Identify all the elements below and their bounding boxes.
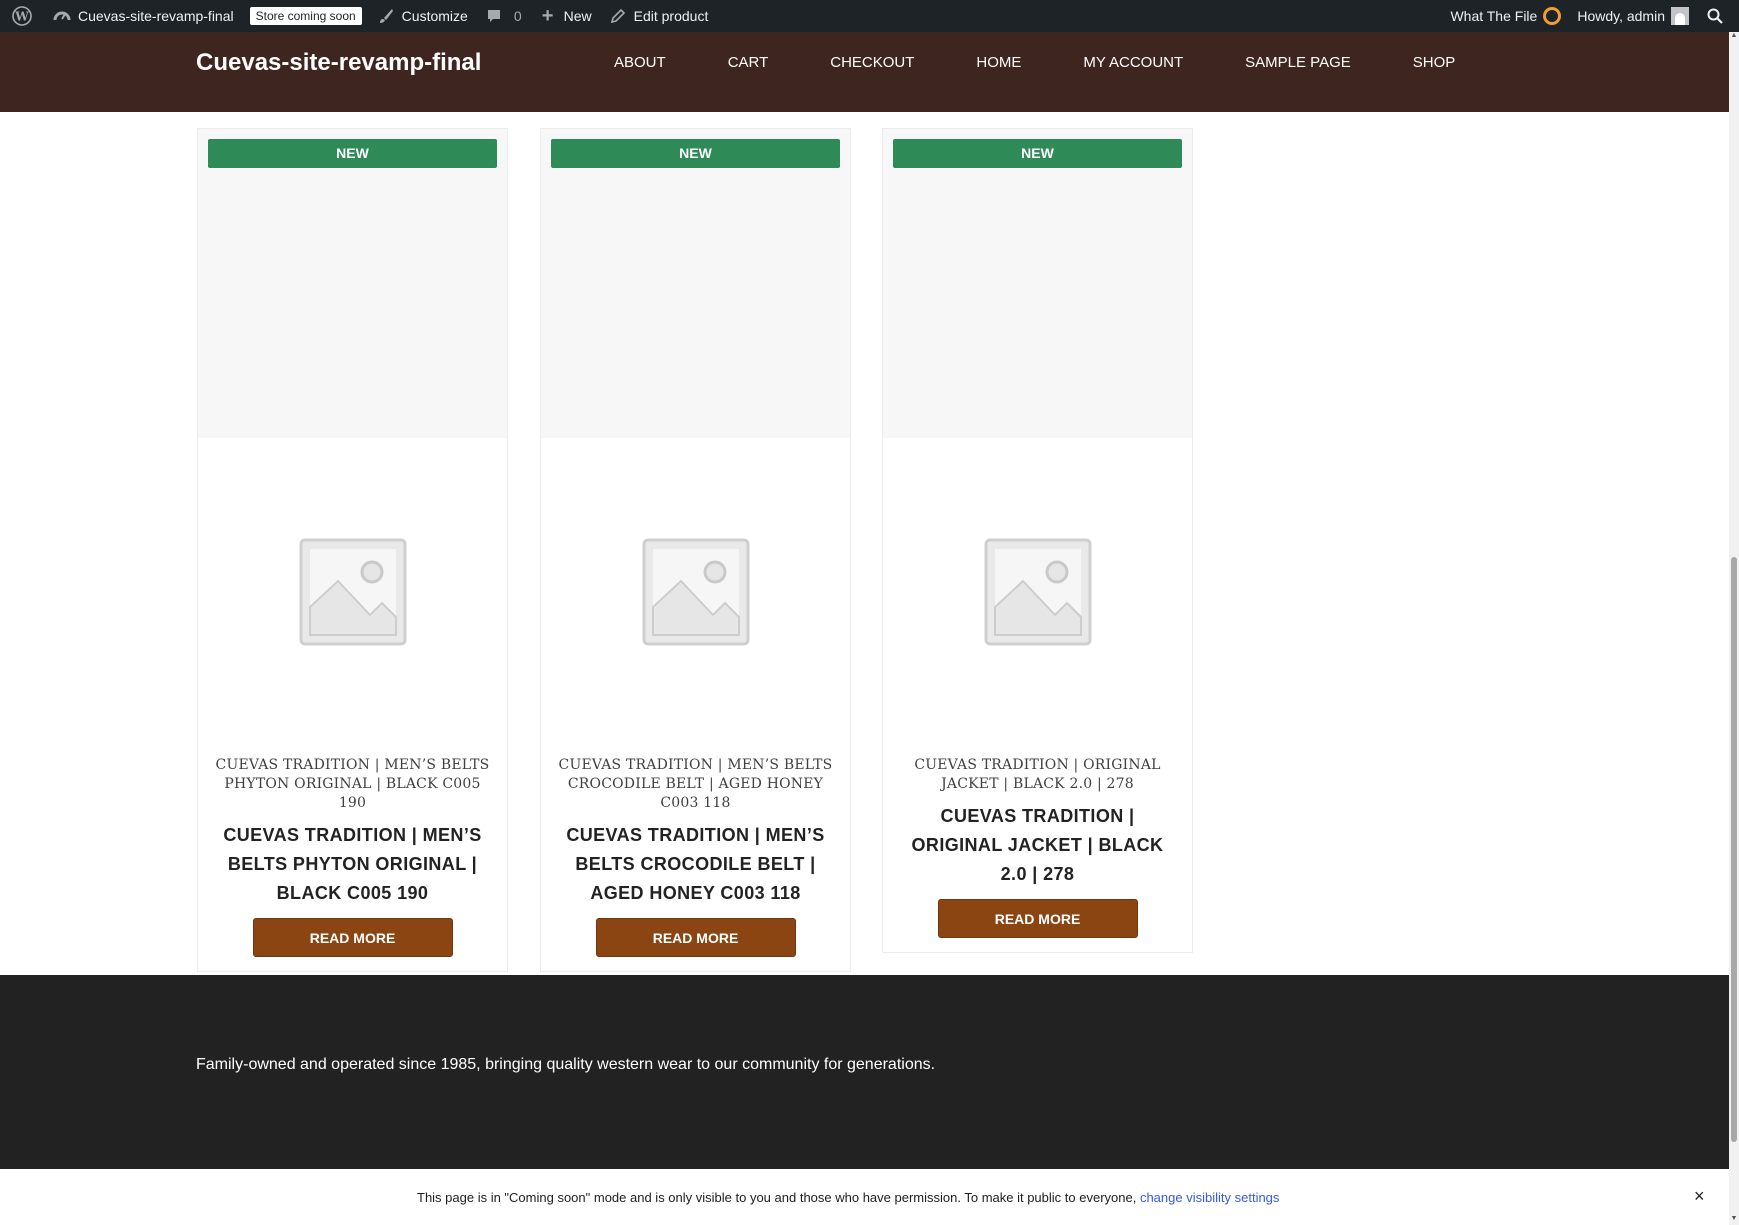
product-image-top — [883, 129, 1192, 438]
site-header: Cuevas-site-revamp-final ABOUT CART CHEC… — [0, 32, 1729, 112]
site-name-label: Cuevas-site-revamp-final — [78, 8, 234, 24]
store-badge-label: Store coming soon — [249, 7, 362, 25]
search-button[interactable] — [1697, 0, 1739, 32]
product-category: CUEVAS TRADITION | MEN’S BELTS PHYTON OR… — [215, 757, 490, 811]
comments-button[interactable]: 0 — [476, 0, 530, 32]
product-title[interactable]: CUEVAS TRADITION | MEN’S BELTS CROCODILE… — [541, 821, 850, 908]
nav-item-home[interactable]: HOME — [976, 54, 1021, 71]
what-the-file-label: What The File — [1450, 8, 1538, 24]
customize-button[interactable]: Customize — [368, 0, 476, 32]
scroll-down-arrow-icon[interactable]: ▼ — [1729, 1215, 1739, 1225]
store-coming-soon-badge[interactable]: Store coming soon — [242, 0, 368, 32]
product-card: NEW CUEVAS TRADITION | MEN’S BELTS PHYTO… — [197, 128, 508, 972]
site-footer: Family-owned and operated since 1985, br… — [0, 975, 1729, 1169]
product-card: NEW CUEVAS TRADITION | MEN’S BELTS CROCO… — [540, 128, 851, 972]
coming-soon-notice: This page is in "Coming soon" mode and i… — [0, 1169, 1729, 1225]
admin-bar-right: What The File Howdy, admin — [1442, 0, 1739, 32]
image-placeholder-icon — [642, 538, 749, 646]
product-category: CUEVAS TRADITION | ORIGINAL JACKET | BLA… — [914, 757, 1161, 792]
footer-tagline: Family-owned and operated since 1985, br… — [196, 1056, 936, 1073]
paintbrush-icon — [376, 6, 396, 26]
site-name-menu[interactable]: Cuevas-site-revamp-final — [44, 0, 242, 32]
scrollbar-thumb[interactable] — [1731, 557, 1737, 1142]
coming-soon-message-wrap: This page is in "Coming soon" mode and i… — [417, 1190, 1279, 1205]
search-icon — [1707, 8, 1723, 24]
main-navigation: ABOUT CART CHECKOUT HOME MY ACCOUNT SAMP… — [614, 54, 1455, 71]
comments-count: 0 — [513, 8, 522, 24]
new-badge: NEW — [551, 139, 840, 168]
what-the-file-menu[interactable]: What The File — [1442, 0, 1569, 32]
nav-item-about[interactable]: ABOUT — [614, 54, 666, 71]
edit-product-label: Edit product — [633, 8, 709, 24]
product-image-top — [198, 129, 507, 438]
new-badge: NEW — [893, 139, 1182, 168]
nav-item-my-account[interactable]: MY ACCOUNT — [1083, 54, 1183, 71]
new-content-menu[interactable]: + New — [530, 0, 600, 32]
product-image-link[interactable] — [541, 438, 850, 746]
pencil-icon — [608, 6, 628, 26]
site-title[interactable]: Cuevas-site-revamp-final — [196, 49, 481, 77]
svg-text:W: W — [14, 10, 29, 24]
scroll-up-arrow-icon[interactable]: ▲ — [1729, 32, 1739, 42]
product-image-link[interactable] — [883, 438, 1192, 746]
product-image-link[interactable] — [198, 438, 507, 746]
read-more-button[interactable]: READ MORE — [937, 899, 1138, 938]
read-more-button[interactable]: READ MORE — [252, 918, 453, 957]
product-image-top — [541, 129, 850, 438]
comment-bubble-icon — [484, 6, 504, 26]
product-title[interactable]: CUEVAS TRADITION | ORIGINAL JACKET | BLA… — [883, 802, 1192, 889]
read-more-button[interactable]: READ MORE — [595, 918, 796, 957]
nav-item-cart[interactable]: CART — [728, 54, 769, 71]
customize-label: Customize — [401, 8, 468, 24]
nav-item-checkout[interactable]: CHECKOUT — [830, 54, 914, 71]
wordpress-logo-button[interactable]: W — [0, 0, 44, 32]
image-placeholder-icon — [984, 538, 1091, 646]
image-placeholder-icon — [299, 538, 406, 646]
nav-item-shop[interactable]: SHOP — [1413, 54, 1456, 71]
change-visibility-link[interactable]: change visibility settings — [1140, 1190, 1279, 1205]
product-title[interactable]: CUEVAS TRADITION | MEN’S BELTS PHYTON OR… — [198, 821, 507, 908]
page-scrollbar[interactable]: ▲ ▼ — [1729, 32, 1739, 1225]
edit-product-button[interactable]: Edit product — [600, 0, 717, 32]
new-badge: NEW — [208, 139, 497, 168]
my-account-menu[interactable]: Howdy, admin — [1569, 0, 1697, 32]
coming-soon-message: This page is in "Coming soon" mode and i… — [417, 1190, 1137, 1205]
what-the-file-icon — [1543, 7, 1562, 25]
avatar — [1671, 7, 1689, 25]
product-card: NEW CUEVAS TRADITION | ORIGINAL JACKET |… — [882, 128, 1193, 953]
dashboard-icon — [52, 6, 72, 26]
close-icon[interactable]: × — [1694, 1186, 1705, 1207]
howdy-label: Howdy, admin — [1577, 8, 1665, 24]
product-category: CUEVAS TRADITION | MEN’S BELTS CROCODILE… — [558, 757, 833, 811]
wordpress-icon: W — [12, 6, 32, 26]
new-label: New — [563, 8, 592, 24]
plus-icon: + — [541, 4, 554, 27]
wp-admin-bar: W Cuevas-site-revamp-final Store coming … — [0, 0, 1739, 32]
nav-item-sample-page[interactable]: SAMPLE PAGE — [1245, 54, 1351, 71]
